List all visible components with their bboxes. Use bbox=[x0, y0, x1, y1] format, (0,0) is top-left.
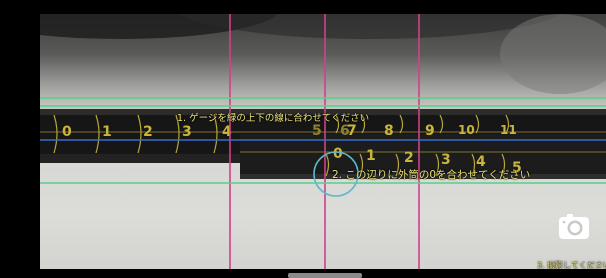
outer-scale-8: 8 bbox=[384, 123, 394, 139]
inner-scale-1: 1 bbox=[366, 148, 376, 164]
outer-scale-1: 1 bbox=[102, 124, 112, 140]
shutter-button[interactable] bbox=[557, 212, 591, 242]
outer-scale-2: 2 bbox=[143, 124, 153, 140]
outer-scale-9: 9 bbox=[425, 123, 435, 139]
hint-shoot: 3. 撮影してください bbox=[537, 261, 606, 269]
inner-scale-2: 2 bbox=[404, 150, 414, 166]
outer-scale-7: 7 bbox=[347, 123, 357, 139]
outer-scale-10: 10 bbox=[458, 123, 475, 137]
camera-icon bbox=[559, 214, 589, 239]
inner-scale-3: 3 bbox=[441, 152, 451, 168]
outer-scale-5: 5 bbox=[312, 123, 322, 139]
camera-preview: 0 1 2 3 4 5 6 7 8 9 10 11 0 1 2 3 4 5 1.… bbox=[40, 14, 606, 269]
outer-scale-3: 3 bbox=[182, 124, 192, 140]
hint-align-lines: 1. ゲージを緑の上下の線に合わせてください bbox=[177, 113, 370, 124]
outer-scale-0: 0 bbox=[62, 124, 72, 140]
hint-align-zero: 2. この辺りに外筒の0を合わせてください bbox=[332, 169, 531, 181]
home-indicator[interactable] bbox=[288, 273, 362, 278]
inner-scale-0: 0 bbox=[333, 146, 343, 162]
gauge-image: 0 1 2 3 4 5 6 7 8 9 10 11 0 1 2 3 4 5 bbox=[40, 14, 606, 269]
outer-scale-11: 11 bbox=[500, 123, 517, 137]
